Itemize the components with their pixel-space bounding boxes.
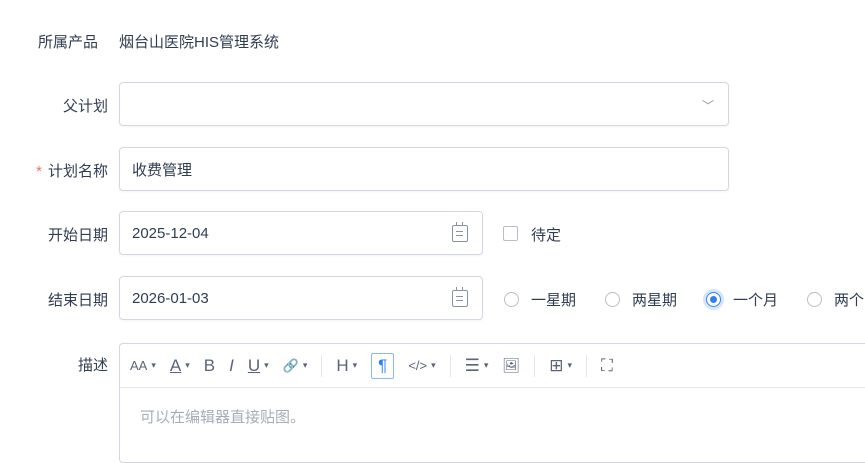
chevron-down-icon: ﹀ [701, 99, 714, 113]
heading-icon[interactable]: H ▾ [336, 356, 357, 376]
code-icon[interactable]: </> ▾ [408, 358, 435, 373]
end-date-label: 结束日期 [47, 292, 108, 309]
product-value: 烟台山医院HIS管理系统 [119, 34, 280, 51]
radio-two-months[interactable]: 两个 [807, 289, 864, 310]
required-mark: * [36, 163, 42, 180]
fullscreen-icon[interactable]: ⛶ [601, 356, 613, 376]
parent-plan-select[interactable]: ﹀ [119, 82, 729, 126]
start-date-value: 2025-12-04 [132, 224, 209, 242]
paragraph-icon[interactable]: ¶ [371, 352, 395, 379]
start-date-label: 开始日期 [47, 227, 108, 244]
calendar-icon[interactable] [452, 222, 468, 242]
font-color-icon[interactable]: A ▾ [170, 356, 190, 376]
italic-icon[interactable]: I [229, 356, 234, 376]
plan-name-value: 收费管理 [132, 161, 193, 179]
plan-name-input[interactable]: 收费管理 [119, 147, 729, 191]
end-date-value: 2026-01-03 [132, 289, 209, 307]
underline-icon[interactable]: U ▾ [248, 356, 269, 376]
radio-one-week[interactable]: 一星期 [504, 289, 576, 310]
end-date-input[interactable]: 2026-01-03 [119, 276, 483, 320]
radio-two-weeks[interactable]: 两星期 [605, 289, 677, 310]
editor-toolbar: AA ▾ A ▾ B I U ▾ 🔗 ▾ H ▾ ¶ </> ▾ ☰ ▾ 🖼 ⊞ ▾ ⛶ [120, 344, 865, 388]
pending-checkbox[interactable] [503, 226, 518, 241]
parent-plan-label: 父计划 [62, 98, 108, 115]
table-icon[interactable]: ⊞ ▾ [549, 356, 572, 376]
description-label: 描述 [77, 357, 108, 374]
image-icon[interactable]: 🖼 [502, 357, 520, 374]
editor-placeholder[interactable]: 可以在编辑器直接贴图。 [120, 388, 865, 445]
plan-name-label: * 计划名称 [36, 163, 108, 180]
product-label: 所属产品 [38, 34, 99, 51]
calendar-icon[interactable] [452, 287, 468, 307]
link-icon[interactable]: 🔗 ▾ [283, 358, 308, 374]
radio-one-month[interactable]: 一个月 [706, 289, 778, 310]
font-size-icon[interactable]: AA ▾ [130, 358, 156, 373]
list-icon[interactable]: ☰ ▾ [465, 356, 489, 376]
description-editor[interactable]: AA ▾ A ▾ B I U ▾ 🔗 ▾ H ▾ ¶ </> ▾ ☰ ▾ 🖼 ⊞ ▾ ⛶ 可以在… [119, 343, 865, 463]
bold-icon[interactable]: B [204, 356, 215, 376]
start-date-input[interactable]: 2025-12-04 [119, 211, 483, 255]
pending-label: 待定 [531, 227, 562, 244]
